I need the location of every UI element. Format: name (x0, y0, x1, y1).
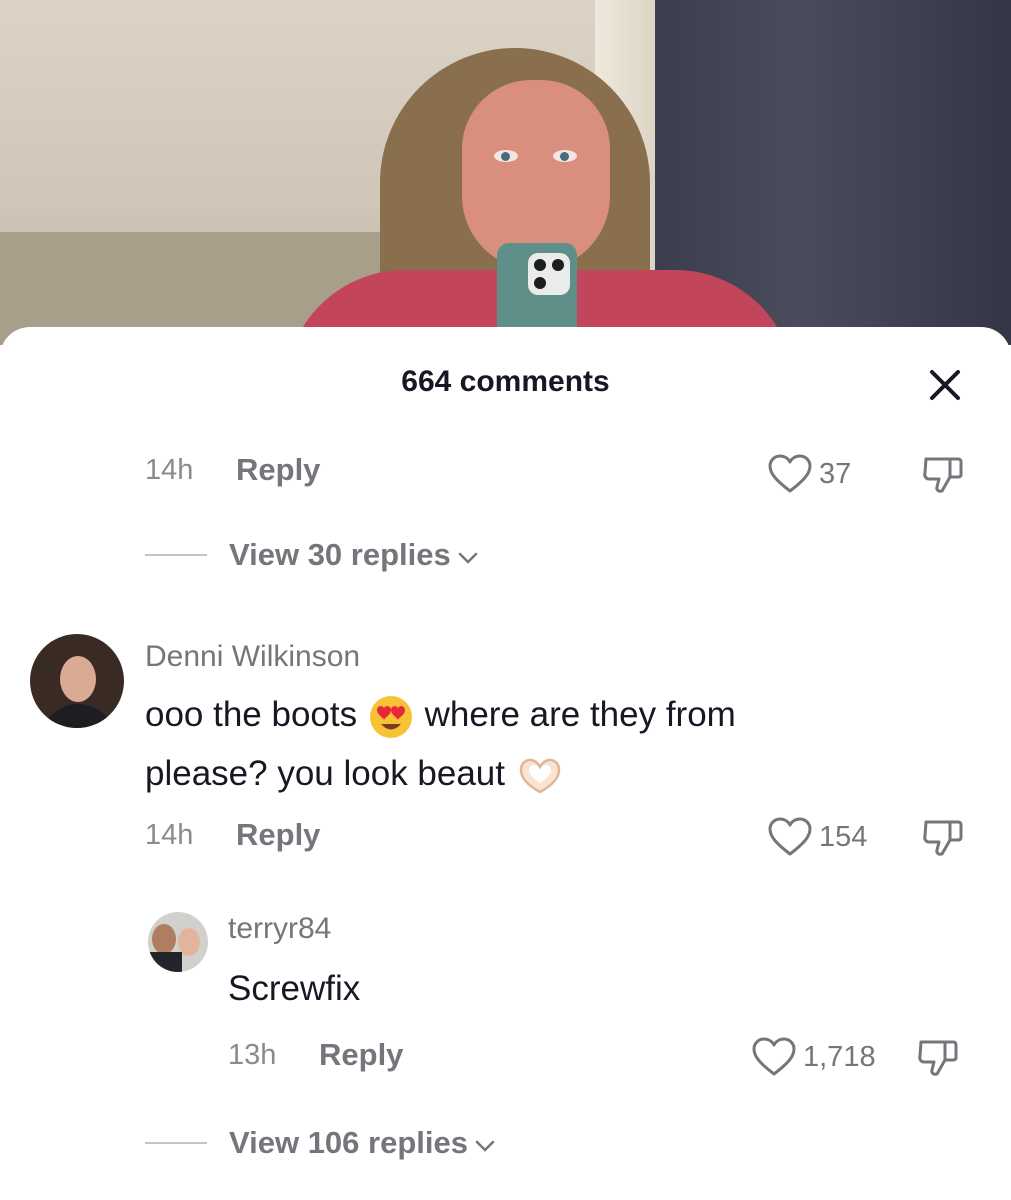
like-count: 154 (819, 820, 868, 853)
like-button[interactable]: 1,718 (751, 1035, 876, 1079)
chevron-down-icon (458, 552, 477, 564)
view-replies-button[interactable]: View 30 replies (145, 535, 481, 575)
heart-hands-emoji (519, 758, 560, 794)
reply-button[interactable]: Reply (236, 817, 320, 853)
reply-text: Screwfix (228, 969, 361, 1008)
reply-button[interactable]: Reply (319, 1037, 403, 1073)
heart-outline-icon (752, 1037, 796, 1076)
video-person-eye (553, 150, 577, 162)
comments-sheet: 664 comments 14h Reply 37 View 30 replie… (0, 327, 1011, 1200)
dislike-button[interactable] (920, 814, 966, 860)
comment-username[interactable]: Denni Wilkinson (145, 640, 360, 674)
reply-button[interactable]: Reply (236, 452, 320, 488)
view-replies-label: View 30 replies (229, 537, 451, 572)
comment-text-part: ooo the boots (145, 695, 358, 734)
view-replies-divider (145, 554, 207, 556)
avatar[interactable] (148, 912, 208, 972)
comment-text-part: where are they from (424, 695, 736, 734)
close-button[interactable] (920, 360, 970, 410)
video-background (0, 0, 1011, 345)
heart-eyes-emoji (369, 695, 412, 738)
reply-timestamp: 13h (228, 1039, 277, 1071)
thumbs-down-icon (923, 820, 963, 856)
dislike-button[interactable] (920, 451, 966, 497)
like-count: 37 (819, 457, 852, 490)
like-button[interactable]: 154 (767, 815, 867, 859)
reply-username[interactable]: terryr84 (228, 912, 331, 946)
comment-text: ooo the boots where are they from please… (145, 685, 905, 803)
dislike-button[interactable] (915, 1034, 961, 1080)
avatar[interactable] (30, 634, 124, 728)
heart-outline-icon (768, 817, 812, 856)
chevron-down-icon (475, 1140, 495, 1152)
view-replies-button[interactable]: View 106 replies (145, 1123, 498, 1163)
like-button[interactable]: 37 (767, 452, 851, 496)
close-icon (930, 370, 960, 400)
comment-timestamp: 14h (145, 819, 194, 851)
thumbs-down-icon (923, 457, 963, 493)
thumbs-down-icon (918, 1040, 958, 1076)
heart-outline-icon (768, 454, 812, 493)
video-person-face (462, 80, 610, 270)
comment-timestamp: 14h (145, 454, 194, 486)
comments-count-title: 664 comments (401, 365, 610, 398)
view-replies-divider (145, 1142, 207, 1144)
comment-text-part: please? you look beaut (145, 754, 505, 793)
like-count: 1,718 (803, 1040, 876, 1073)
video-phone-camera (528, 253, 570, 295)
video-person-eye (494, 150, 518, 162)
view-replies-label: View 106 replies (229, 1125, 468, 1160)
